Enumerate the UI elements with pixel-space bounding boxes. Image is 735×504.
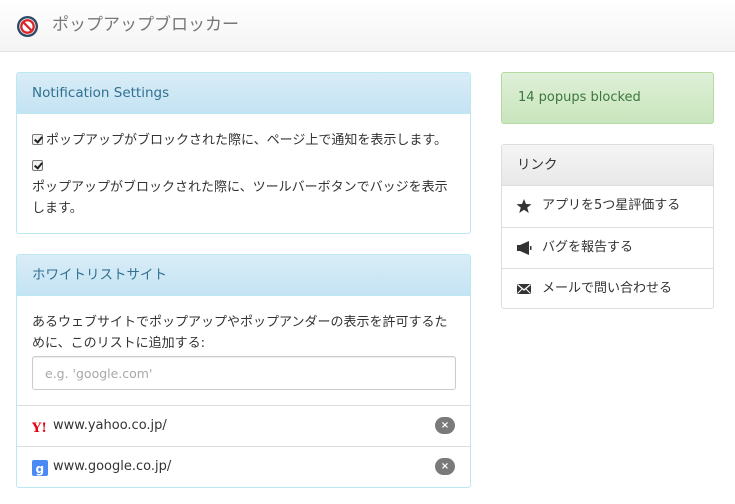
- list-item: Y! www.yahoo.co.jp/ ×: [17, 405, 470, 446]
- yahoo-icon: Y!: [32, 421, 47, 435]
- site-url: www.google.co.jp/: [53, 459, 172, 474]
- badge-checkbox[interactable]: [32, 160, 43, 171]
- no-entry-icon: [16, 15, 39, 38]
- svg-text:Y!: Y!: [32, 421, 47, 435]
- contact-email-label: メールで問い合わせる: [542, 281, 673, 296]
- rate-app-link[interactable]: アプリを5つ星評価する: [502, 186, 713, 227]
- envelope-icon: [517, 284, 531, 294]
- site-input[interactable]: [32, 356, 456, 390]
- badge-label: ポップアップがブロックされた際に、ツールバーボタンでバッジを表示します。: [32, 180, 448, 216]
- navbar: ポップアップブロッカー: [0, 0, 735, 52]
- links-heading: リンク: [502, 145, 713, 186]
- whitelist-panel: ホワイトリストサイト あるウェブサイトでポップアップやポップアンダーの表示を許可…: [16, 254, 471, 488]
- svg-text:g: g: [36, 462, 45, 476]
- links-panel: リンク アプリを5つ星評価する バグを報告する メールで問い合わせる: [501, 144, 714, 309]
- report-bug-label: バグを報告する: [542, 240, 634, 255]
- remove-site-button[interactable]: ×: [435, 458, 455, 475]
- contact-email-link[interactable]: メールで問い合わせる: [502, 268, 713, 308]
- notify-page-checkbox[interactable]: [32, 134, 43, 145]
- notification-settings-heading: Notification Settings: [17, 73, 470, 114]
- whitelist-heading: ホワイトリストサイト: [17, 255, 470, 296]
- blocked-count-alert: 14 popups blocked: [501, 72, 714, 124]
- notification-settings-panel: Notification Settings ポップアップがブロックされた際に、ペ…: [16, 72, 471, 234]
- rate-app-label: アプリを5つ星評価する: [542, 198, 681, 213]
- notify-page-option[interactable]: ポップアップがブロックされた際に、ページ上で通知を表示します。: [32, 131, 447, 151]
- notify-page-label: ポップアップがブロックされた際に、ページ上で通知を表示します。: [46, 133, 448, 148]
- star-icon: [516, 199, 532, 213]
- badge-option[interactable]: ポップアップがブロックされた際に、ツールバーボタンでバッジを表示します。: [32, 157, 457, 219]
- whitelist-description: あるウェブサイトでポップアップやポップアンダーの表示を許可するために、このリスト…: [32, 315, 448, 351]
- remove-site-button[interactable]: ×: [435, 417, 455, 434]
- app-title: ポップアップブロッカー: [52, 15, 239, 35]
- report-bug-link[interactable]: バグを報告する: [502, 227, 713, 268]
- site-url: www.yahoo.co.jp/: [53, 418, 167, 433]
- google-icon: g: [32, 460, 48, 476]
- list-item: g www.google.co.jp/ ×: [17, 446, 470, 487]
- megaphone-icon: [517, 241, 532, 255]
